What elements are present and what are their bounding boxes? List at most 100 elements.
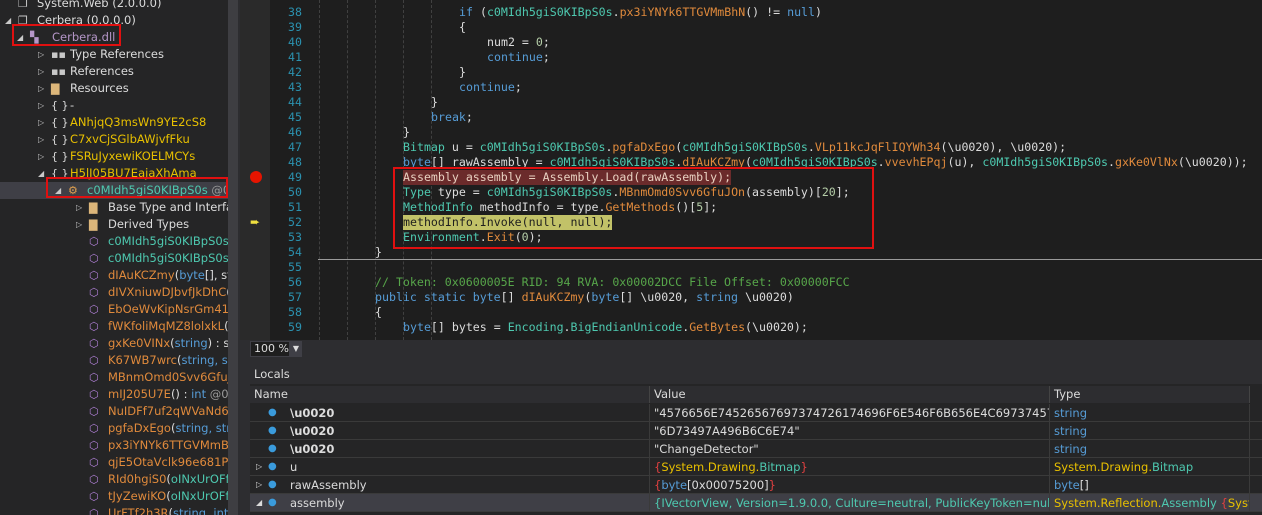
tree-node[interactable]: ❐ System.Web (2.0.0.0) xyxy=(0,0,228,12)
highlight-box-module xyxy=(12,24,121,46)
tree-node[interactable]: ⬡ dIVXniuwDJbvfJkDhC( xyxy=(0,284,228,301)
tree-node[interactable]: ⬡ fWKfoliMqMZ8lolxkL( xyxy=(0,318,228,335)
collapsed-arrow-icon[interactable]: ▷ xyxy=(38,80,44,97)
code-token: continue xyxy=(459,80,515,94)
code-line[interactable]: 40 num2 = 0; xyxy=(240,35,1262,50)
tree-node[interactable]: ⬡ c0MIdh5giS0KIBpS0s(string xyxy=(0,250,228,267)
column-header-name[interactable]: Name xyxy=(250,386,650,403)
tree-node[interactable]: ⬡ gxKe0VINx(string) : string xyxy=(0,335,228,352)
code-line[interactable]: 43 continue; xyxy=(240,80,1262,95)
type-part: string xyxy=(1054,424,1088,438)
collapsed-arrow-icon[interactable]: ▷ xyxy=(256,476,262,494)
tree-node-label: C7xvCjSGlbAWjvfFku xyxy=(70,131,190,148)
collapsed-arrow-icon[interactable]: ▷ xyxy=(38,63,44,80)
collapsed-arrow-icon[interactable]: ▷ xyxy=(76,216,82,233)
tree-node[interactable]: ⬡ EbOeWvKipNsrGm41y xyxy=(0,301,228,318)
column-header-value[interactable]: Value xyxy=(650,386,1050,403)
tree-node[interactable]: ⬡ RId0hgiS0(oINxUrOFf2 xyxy=(0,471,228,488)
expanded-arrow-icon[interactable]: ◢ xyxy=(256,494,262,512)
code-line[interactable]: 41 continue; xyxy=(240,50,1262,65)
code-line[interactable]: 59 byte[] bytes = Encoding.BigEndianUnico… xyxy=(240,320,1262,335)
tree-node[interactable]: ▷ ▪▪ Type References xyxy=(0,46,228,63)
tree-node[interactable]: ⬡ UrFTf2h3R(string, int) : xyxy=(0,505,228,515)
locals-title: Locals xyxy=(250,364,1262,384)
tree-node[interactable]: ▷ ▪▪ References xyxy=(0,63,228,80)
locals-row[interactable]: ● \u0020 "ChangeDetector" string xyxy=(250,440,1262,458)
folder-icon: ▇ xyxy=(89,218,98,231)
collapsed-arrow-icon[interactable]: ▷ xyxy=(256,458,262,476)
tree-node[interactable]: ⬡ MBnmOmd0Svv6GfuJ xyxy=(0,369,228,386)
label-part: UrFTf2h3R xyxy=(108,506,169,515)
collapsed-arrow-icon[interactable]: ▷ xyxy=(76,199,82,216)
line-number: 38 xyxy=(288,5,302,19)
code-line[interactable]: 55 xyxy=(240,260,1262,275)
tree-node[interactable]: ⬡ c0MIdh5giS0KIBpS0s() xyxy=(0,233,228,250)
type-part: System.Reflection. xyxy=(1054,496,1162,510)
references-icon: ▪▪ xyxy=(51,65,66,78)
expanded-arrow-icon[interactable]: ◢ xyxy=(38,165,44,182)
tree-node[interactable]: ⬡ NuIDFf7uf2qWVaNd6l xyxy=(0,403,228,420)
tree-node[interactable]: ▷ ▇ Derived Types xyxy=(0,216,228,233)
code-line[interactable]: 44} xyxy=(240,95,1262,110)
tree-node[interactable]: ⬡ px3iYNYk6TTGVMmBh xyxy=(0,437,228,454)
collapsed-arrow-icon[interactable]: ▷ xyxy=(38,148,44,165)
code-line[interactable]: 56 // Token: 0x0600005E RID: 94 RVA: 0x00… xyxy=(240,275,1262,290)
code-line[interactable]: 47 Bitmap u = c0MIdh5giS0KIBpS0s. pgfaDxEg… xyxy=(240,140,1262,155)
namespace-icon: { } xyxy=(51,133,69,146)
code-line[interactable]: 57 public static byte[] dIAuKCZmy(byte[] … xyxy=(240,290,1262,305)
line-number: 43 xyxy=(288,80,302,94)
code-line[interactable]: 42} xyxy=(240,65,1262,80)
code-token: // Token: 0x0600005E RID: 94 RVA: 0x0000… xyxy=(375,275,850,289)
collapsed-arrow-icon[interactable]: ▷ xyxy=(38,114,44,131)
tree-node[interactable]: ⬡ qjE5OtaVclk96e681P(o xyxy=(0,454,228,471)
locals-row[interactable]: ● \u0020 "4576656E74526567697374726174696F… xyxy=(250,404,1262,422)
tree-node[interactable]: ▷ ▇ Base Type and Interfaces xyxy=(0,199,228,216)
locals-row[interactable]: ▷ ● rawAssembly {byte[0x00075200]} byte[] xyxy=(250,476,1262,494)
tree-node[interactable]: ▷ { } - xyxy=(0,97,228,114)
locals-row[interactable]: ▷ ● u {System.Drawing.Bitmap} System.Drawing… xyxy=(250,458,1262,476)
code-line[interactable]: 45 break; xyxy=(240,110,1262,125)
type-part: [] xyxy=(1079,478,1089,492)
label-part: @060 xyxy=(209,387,228,401)
value-cell: "6D73497A496B6C6E74" xyxy=(650,422,1050,440)
label-part: dIAuKCZmy xyxy=(108,268,175,282)
code-token: \u0020) xyxy=(738,290,794,304)
tree-scrollbar[interactable] xyxy=(228,0,238,515)
code-text: public static byte[] dIAuKCZmy(byte[] \u… xyxy=(375,290,794,305)
collapsed-arrow-icon[interactable]: ▷ xyxy=(38,97,44,114)
code-line[interactable]: 39 { xyxy=(240,20,1262,35)
tree-node[interactable]: ⬡ mIJ205U7E() : int @060 xyxy=(0,386,228,403)
label-part: string xyxy=(181,353,215,367)
expanded-arrow-icon[interactable]: ◢ xyxy=(5,12,11,29)
collapsed-arrow-icon[interactable]: ▷ xyxy=(38,46,44,63)
line-number: 46 xyxy=(288,125,302,139)
code-token: c0MIdh5giS0KIBpS0s xyxy=(982,155,1109,169)
tree-node-label: UrFTf2h3R(string, int) : xyxy=(108,505,228,515)
chevron-down-icon[interactable]: ▼ xyxy=(290,341,302,357)
label-part: tJyZewiKO xyxy=(108,489,167,503)
tree-node[interactable]: ⬡ tJyZewiKO(oINxUrOFf2 xyxy=(0,488,228,505)
code-token: ) xyxy=(815,5,822,19)
tree-node[interactable]: ▷ { } FSRuJyxewiKOELMCYs xyxy=(0,148,228,165)
label-part: NuIDFf7uf2qWVaNd6l xyxy=(108,404,228,418)
code-token: } xyxy=(459,65,466,79)
locals-row[interactable]: ● \u0020 "6D73497A496B6C6E74" string xyxy=(250,422,1262,440)
code-line[interactable]: 58 { xyxy=(240,305,1262,320)
zoom-level-combo[interactable]: 100 % xyxy=(250,341,290,357)
collapsed-arrow-icon[interactable]: ▷ xyxy=(38,131,44,148)
tree-node[interactable]: ⬡ pgfaDxEgo(string, string xyxy=(0,420,228,437)
code-text: Bitmap u = c0MIdh5giS0KIBpS0s. pgfaDxEgo (… xyxy=(403,140,1066,155)
column-header-type[interactable]: Type xyxy=(1050,386,1250,403)
tree-node[interactable]: ▷ ▇ Resources xyxy=(0,80,228,97)
code-line[interactable]: 38 if (c0MIdh5giS0KIBpS0s.px3iYNYk6TTGVMm… xyxy=(240,5,1262,20)
folder-icon: ▇ xyxy=(51,82,60,95)
tree-node-label: c0MIdh5giS0KIBpS0s() xyxy=(108,233,228,250)
code-text: } xyxy=(375,245,382,260)
tree-node[interactable]: ⬡ dIAuKCZmy(byte[], string xyxy=(0,267,228,284)
tree-node[interactable]: ▷ { } C7xvCjSGlbAWjvfFku xyxy=(0,131,228,148)
tree-node[interactable]: ⬡ K67WB7wrc(string, string xyxy=(0,352,228,369)
code-line[interactable]: 46} xyxy=(240,125,1262,140)
tree-node[interactable]: ▷ { } ANhjqQ3msWn9YE2cS8 xyxy=(0,114,228,131)
locals-row[interactable]: ◢ ● assembly {IVectorView, Version=1.9.0.0,… xyxy=(250,494,1262,512)
code-token: num2 = xyxy=(487,35,536,49)
